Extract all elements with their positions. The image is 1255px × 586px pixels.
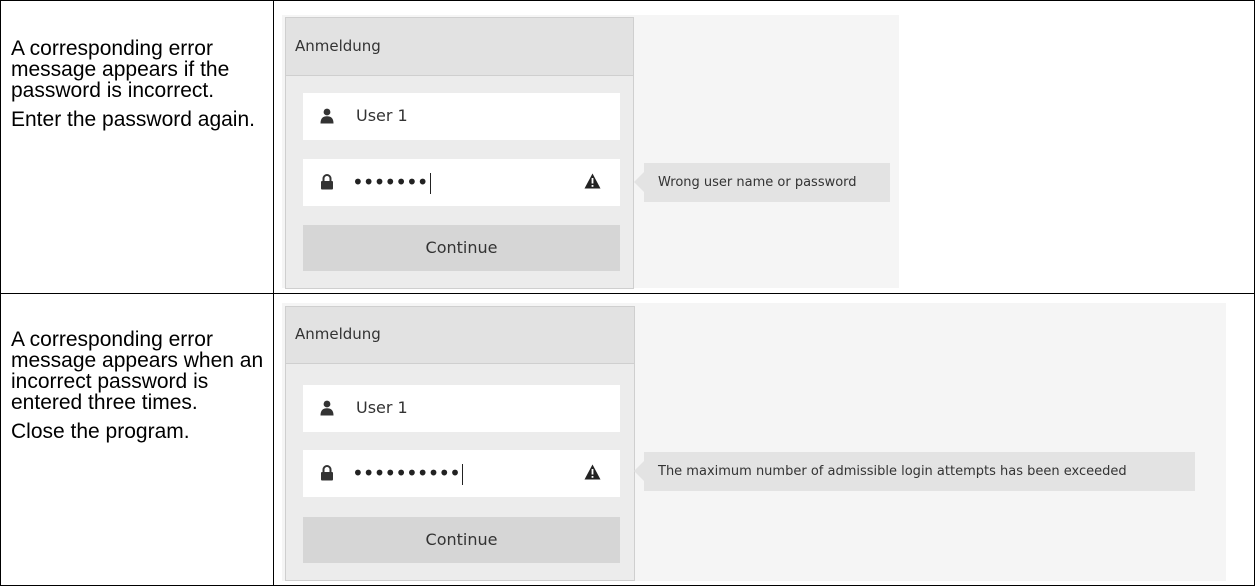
- username-value: User 1: [356, 398, 408, 417]
- instruction-table: A corresponding error message appears if…: [0, 0, 1255, 586]
- row-description: A corresponding error message appears wh…: [11, 329, 266, 450]
- text-caret: [429, 173, 431, 194]
- username-field[interactable]: User 1: [303, 385, 620, 432]
- error-tooltip: Wrong user name or password: [634, 163, 890, 202]
- text-caret: [461, 464, 463, 485]
- continue-button[interactable]: Continue: [303, 517, 620, 563]
- login-dialog: Anmeldung User 1 •••••••••• Continue: [285, 306, 635, 581]
- password-field[interactable]: ••••••••••: [303, 450, 620, 497]
- username-value: User 1: [356, 106, 408, 125]
- table-row: A corresponding error message appears wh…: [0, 293, 1255, 586]
- login-dialog: Anmeldung User 1 ••••••• Continue: [285, 17, 634, 289]
- column-divider: [273, 293, 274, 585]
- table-row: A corresponding error message appears if…: [0, 0, 1255, 294]
- description-text: A corresponding error message appears if…: [11, 37, 230, 102]
- user-icon: [320, 108, 334, 124]
- login-screenshot: Anmeldung User 1 •••••••••• Continue The…: [282, 303, 1226, 581]
- username-field[interactable]: User 1: [303, 93, 620, 140]
- login-screenshot: Anmeldung User 1 ••••••• Continue Wrong …: [282, 15, 899, 289]
- user-icon: [320, 400, 334, 416]
- row-description: A corresponding error message appears if…: [11, 38, 266, 138]
- column-divider: [273, 1, 274, 293]
- description-text: A corresponding error message appears wh…: [11, 328, 264, 414]
- description-action: Close the program.: [11, 420, 190, 443]
- password-value: ••••••••••: [352, 461, 463, 485]
- warning-icon: [584, 173, 601, 189]
- warning-icon: [584, 464, 601, 480]
- password-field[interactable]: •••••••: [303, 159, 620, 206]
- dialog-title: Anmeldung: [286, 18, 633, 76]
- continue-button[interactable]: Continue: [303, 225, 620, 271]
- lock-icon: [321, 174, 333, 190]
- error-tooltip: The maximum number of admissible login a…: [634, 452, 1195, 491]
- dialog-title: Anmeldung: [286, 307, 634, 364]
- password-value: •••••••: [352, 170, 431, 194]
- description-action: Enter the password again.: [11, 108, 255, 131]
- lock-icon: [321, 465, 333, 481]
